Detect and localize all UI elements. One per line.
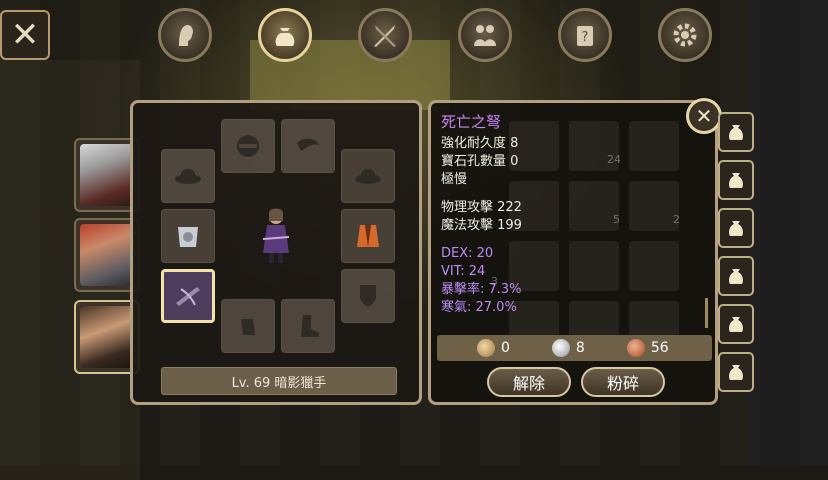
currency-bar: 0 8 56 (437, 335, 712, 361)
scrollbar[interactable] (705, 298, 708, 328)
crossbow-icon (176, 287, 200, 306)
item-vit: VIT: 24 (441, 264, 486, 279)
item-grade: 極慢 (441, 172, 468, 187)
accessory-slot[interactable] (341, 149, 395, 203)
hat-icon (355, 169, 381, 184)
bag-page-3[interactable] (718, 208, 754, 248)
robe-slot[interactable] (341, 209, 395, 263)
gloves-icon (241, 319, 255, 335)
item-gem-slots: 寶石孔數量 0 (441, 154, 519, 169)
item-name: 死亡之弩 (441, 113, 502, 131)
shield-icon (360, 285, 376, 307)
character-portrait (80, 306, 134, 368)
level-class-label: Lv. 69 暗影獵手 (161, 367, 397, 395)
right-scene (748, 0, 828, 466)
bag-page-2[interactable] (718, 160, 754, 200)
item-durability: 強化耐久度 8 (441, 136, 519, 151)
bag-icon (275, 28, 295, 46)
item-info-panel: 24 5 2 3 死亡之弩 強化耐久度 8 寶石孔數量 0 極慢 物理攻擊 22… (428, 100, 718, 405)
bronze-coin-value: 0 (501, 340, 510, 356)
hat-icon (175, 169, 201, 184)
armor-slot[interactable] (161, 209, 215, 263)
hat-slot[interactable] (161, 149, 215, 203)
equipment-panel: Lv. 69 暗影獵手 (130, 100, 422, 405)
bag-page-6[interactable] (718, 352, 754, 392)
item-physical-attack: 物理攻擊 222 (441, 200, 522, 215)
bronze-coin-icon (477, 339, 495, 357)
item-dex: DEX: 20 (441, 246, 494, 261)
settings-tab[interactable] (658, 8, 712, 62)
character-portrait (80, 144, 134, 206)
copper-coin-value: 56 (650, 340, 669, 356)
bag-tab[interactable] (258, 8, 312, 62)
copper-coin-icon (626, 339, 645, 357)
orange-robe-icon (357, 225, 379, 247)
svg-text:?: ? (582, 30, 589, 45)
bag-page-5[interactable] (718, 304, 754, 344)
cape-icon (297, 138, 319, 151)
item-details: 死亡之弩 強化耐久度 8 寶石孔數量 0 極慢 物理攻擊 222 魔法攻擊 19… (441, 113, 681, 317)
quest-tab[interactable]: ? (558, 8, 612, 62)
profile-icon (179, 25, 193, 46)
item-crit: 暴擊率: 7.3% (441, 282, 522, 297)
gloves-slot[interactable] (221, 299, 275, 353)
bag-icon (729, 317, 743, 332)
bag-icon (729, 269, 743, 284)
helmet-icon (237, 135, 259, 157)
quest-scroll-icon: ? (577, 26, 593, 46)
profile-tab[interactable] (158, 8, 212, 62)
close-button[interactable]: ✕ (0, 10, 50, 60)
boots-slot[interactable] (281, 299, 335, 353)
character-portrait (80, 224, 134, 286)
bag-icon (729, 173, 743, 188)
destroy-button[interactable]: 粉碎 (581, 367, 665, 397)
shield-slot[interactable] (341, 269, 395, 323)
character-avatar (262, 208, 290, 263)
cape-slot[interactable] (281, 119, 335, 173)
bag-page-1[interactable] (718, 112, 754, 152)
item-magic-attack: 魔法攻擊 199 (441, 218, 522, 233)
info-close-button[interactable]: ✕ (686, 98, 722, 134)
party-icon (474, 25, 496, 46)
bag-page-4[interactable] (718, 256, 754, 296)
bag-icon (729, 125, 743, 140)
item-frost: 寒氣: 27.0% (441, 300, 517, 315)
bag-icon (729, 365, 743, 380)
boots-icon (301, 315, 319, 337)
battle-tab[interactable] (358, 8, 412, 62)
head-slot[interactable] (221, 119, 275, 173)
silver-armor-icon (178, 227, 198, 247)
silver-coin-icon (551, 339, 570, 357)
party-tab[interactable] (458, 8, 512, 62)
weapon-slot[interactable] (161, 269, 215, 323)
unequip-button[interactable]: 解除 (487, 367, 571, 397)
silver-coin-value: 8 (575, 340, 585, 356)
crossed-swords-icon (374, 25, 396, 47)
bag-icon (729, 221, 743, 236)
settings-gear-icon (673, 23, 697, 47)
